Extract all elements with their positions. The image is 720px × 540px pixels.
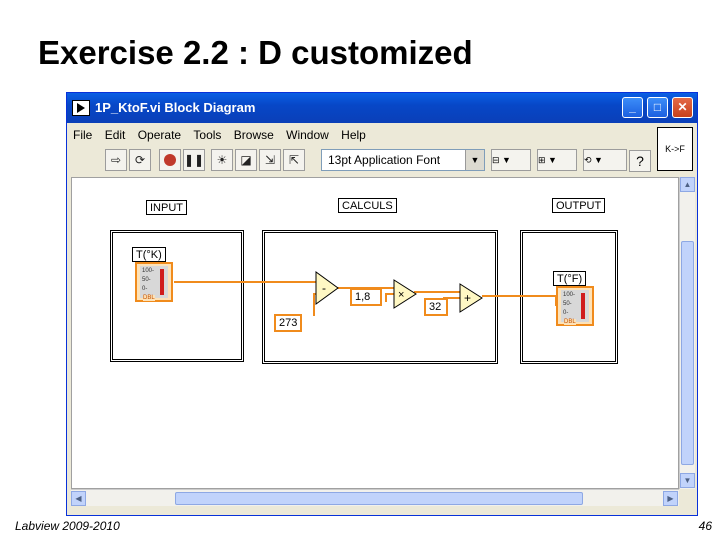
highlight-execution-icon[interactable]: ☀ xyxy=(211,149,233,171)
scroll-left-icon[interactable]: ◀ xyxy=(71,491,86,506)
menu-help[interactable]: Help xyxy=(341,128,366,142)
multiply-symbol: × xyxy=(398,289,404,301)
window-titlebar[interactable]: 1P_KtoF.vi Block Diagram _ □ ✕ xyxy=(67,93,697,123)
menu-operate[interactable]: Operate xyxy=(138,128,181,142)
menu-window[interactable]: Window xyxy=(286,128,329,142)
vertical-scrollbar[interactable]: ▲ ▼ xyxy=(679,177,695,489)
align-objects-dropdown[interactable]: ⊟ ▼ xyxy=(491,149,531,171)
help-button[interactable]: ? xyxy=(629,150,651,172)
maximize-button[interactable]: □ xyxy=(647,97,668,118)
menu-edit[interactable]: Edit xyxy=(105,128,126,142)
reorder-icon: ⟲ xyxy=(584,155,592,165)
step-into-icon[interactable]: ⇲ xyxy=(259,149,281,171)
wire-18-to-multiply xyxy=(385,293,394,302)
connector-pane[interactable]: K->F xyxy=(657,127,693,171)
footer-course: Labview 2009-2010 xyxy=(15,519,120,533)
pause-icon[interactable]: ❚❚ xyxy=(183,149,205,171)
constant-32[interactable]: 32 xyxy=(424,298,448,316)
abort-icon[interactable] xyxy=(159,149,181,171)
page-number: 46 xyxy=(698,519,712,533)
constant-1-8[interactable]: 1,8 xyxy=(350,288,382,306)
menu-browse[interactable]: Browse xyxy=(234,128,274,142)
font-select[interactable]: 13pt Application Font ▼ xyxy=(321,149,485,171)
run-arrow-icon[interactable]: ⇨ xyxy=(105,149,127,171)
menu-tools[interactable]: Tools xyxy=(193,128,221,142)
chevron-down-icon: ▼ xyxy=(465,150,484,170)
reorder-dropdown[interactable]: ⟲ ▼ xyxy=(583,149,627,171)
step-out-icon[interactable]: ⇱ xyxy=(283,149,305,171)
window-title: 1P_KtoF.vi Block Diagram xyxy=(95,100,256,115)
distribute-objects-dropdown[interactable]: ⊞ ▼ xyxy=(537,149,577,171)
scroll-up-icon[interactable]: ▲ xyxy=(680,177,695,192)
menu-bar: File Edit Operate Tools Browse Window He… xyxy=(73,128,375,146)
horizontal-scroll-thumb[interactable] xyxy=(175,492,583,505)
distribute-icon: ⊞ xyxy=(538,155,546,165)
block-diagram-window: 1P_KtoF.vi Block Diagram _ □ ✕ File Edit… xyxy=(66,92,698,516)
subtract-node xyxy=(315,271,339,305)
scroll-right-icon[interactable]: ▶ xyxy=(663,491,678,506)
wire-add-to-output xyxy=(482,295,557,306)
diagram-canvas[interactable]: INPUT CALCULS OUTPUT T(°K) 100- 50- 0- D… xyxy=(71,177,679,489)
labview-app-icon xyxy=(72,100,90,116)
scroll-down-icon[interactable]: ▼ xyxy=(680,473,695,488)
vertical-scroll-thumb[interactable] xyxy=(681,241,694,465)
wires-and-operators: - × + xyxy=(174,271,557,316)
menu-file[interactable]: File xyxy=(73,128,92,142)
add-symbol: + xyxy=(464,291,471,305)
retain-wire-values-icon[interactable]: ◪ xyxy=(235,149,257,171)
slide-title: Exercise 2.2 : D customized xyxy=(38,34,473,71)
font-select-value: 13pt Application Font xyxy=(328,153,441,167)
run-continuously-icon[interactable]: ⟳ xyxy=(129,149,151,171)
minimize-button[interactable]: _ xyxy=(622,97,643,118)
close-button[interactable]: ✕ xyxy=(672,97,693,118)
subtract-symbol: - xyxy=(322,281,326,295)
constant-273[interactable]: 273 xyxy=(274,314,303,332)
horizontal-scrollbar[interactable]: ◀ ▶ xyxy=(71,489,679,506)
align-icon: ⊟ xyxy=(492,155,500,165)
